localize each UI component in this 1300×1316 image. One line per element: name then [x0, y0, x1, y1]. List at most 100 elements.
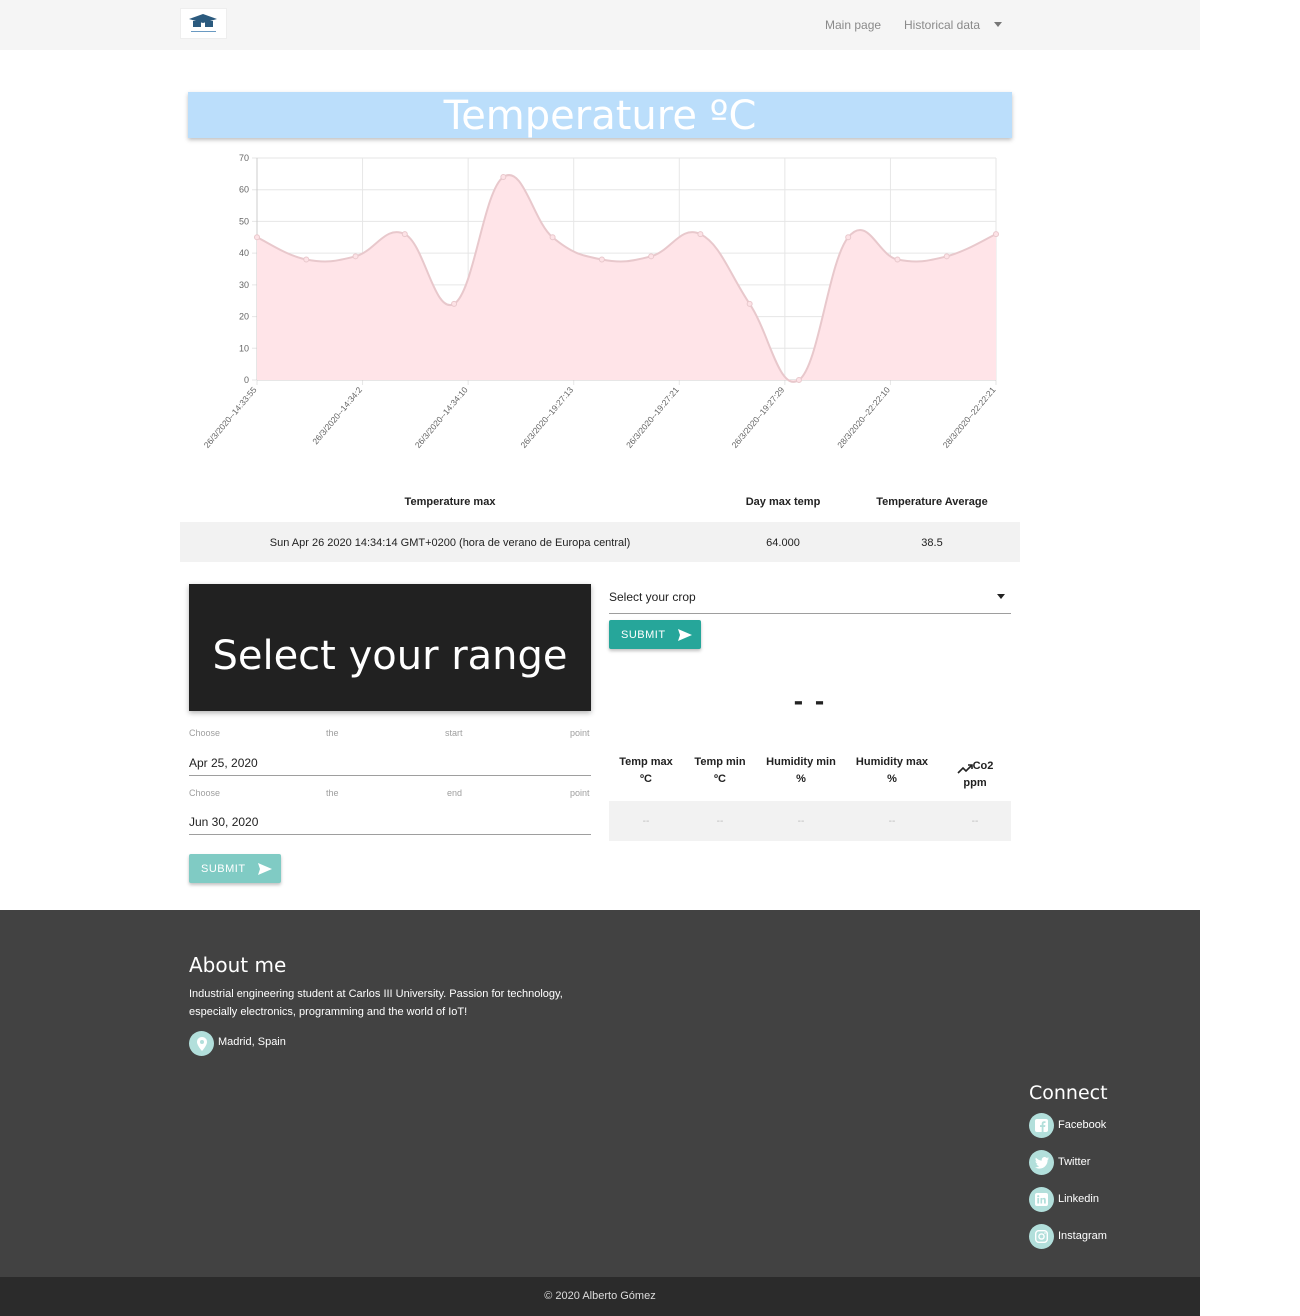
stats-cell-average: 38.5	[921, 537, 943, 549]
crop-cell: --	[716, 816, 724, 827]
stats-cell-day-max: 64.000	[766, 537, 800, 549]
crop-header-humidity-min: Humidity min %	[758, 754, 844, 788]
crop-header-unit: ºC	[714, 773, 726, 785]
data-point	[303, 256, 310, 263]
instagram-icon[interactable]	[1029, 1224, 1054, 1249]
end-hint-word: Choose	[189, 788, 221, 798]
y-tick-label: 70	[239, 153, 249, 163]
start-hint-word: the	[326, 728, 339, 738]
stats-header-day-max: Day max temp	[745, 496, 821, 508]
crop-select[interactable]: Select your crop	[609, 584, 1011, 614]
data-point	[894, 256, 901, 263]
data-point	[352, 253, 359, 260]
crop-header-label: Humidity min	[766, 756, 836, 768]
x-tick-label: 26/3/2020--14:33:55	[202, 385, 259, 450]
data-point	[598, 256, 605, 263]
crop-header-unit: ppm	[963, 777, 987, 789]
end-hint-word: the	[326, 788, 339, 798]
nav-historical-data[interactable]: Historical data	[904, 18, 980, 32]
crop-submit-button[interactable]: SUBMIT	[609, 620, 701, 649]
footer	[0, 910, 1200, 1277]
copyright-bar: © 2020 Alberto Gómez	[0, 1277, 1200, 1316]
range-submit-button[interactable]: SUBMIT	[189, 854, 281, 883]
data-point	[746, 300, 753, 307]
crop-header-unit: %	[796, 773, 806, 785]
x-tick-label: 26/3/2020--19:27:21	[624, 385, 681, 450]
crop-header-label: Temp max	[619, 756, 673, 768]
chevron-down-icon	[997, 594, 1005, 599]
start-date-field[interactable]: Apr 25, 2020	[189, 752, 591, 776]
data-point	[697, 231, 704, 238]
end-date-field[interactable]: Jun 30, 2020	[189, 811, 591, 835]
send-icon	[677, 628, 692, 641]
start-hint-word: start	[445, 728, 463, 738]
start-hint-word: point	[570, 728, 590, 738]
data-point	[549, 234, 556, 241]
x-tick-label: 26/3/2020--19:27:13	[518, 385, 575, 450]
about-title: About me	[189, 953, 287, 977]
logo[interactable]	[180, 8, 227, 39]
crop-select-label: Select your crop	[609, 590, 696, 604]
y-tick-label: 10	[239, 343, 249, 353]
navbar: Main page Historical data	[0, 0, 1200, 50]
linkedin-icon[interactable]	[1029, 1187, 1054, 1212]
y-tick-label: 20	[239, 312, 249, 322]
y-tick-label: 50	[239, 216, 249, 226]
crop-header-unit: %	[887, 773, 897, 785]
send-icon	[257, 862, 272, 875]
chevron-down-icon[interactable]	[994, 22, 1002, 27]
data-point	[648, 253, 655, 260]
data-point	[993, 231, 999, 238]
crop-submit-label: SUBMIT	[621, 628, 666, 641]
crop-header-temp-max: Temp max ºC	[611, 754, 681, 788]
facebook-link[interactable]: Facebook	[1058, 1119, 1106, 1131]
data-point	[795, 377, 802, 383]
crop-header-unit: ºC	[640, 773, 652, 785]
x-tick-label: 26/3/2020--14:34:2	[310, 385, 364, 447]
crop-cell: --	[642, 816, 650, 827]
crop-header-label: Co2	[972, 760, 994, 772]
range-submit-label: SUBMIT	[201, 862, 246, 875]
instagram-link[interactable]: Instagram	[1058, 1230, 1107, 1242]
crop-cell: --	[797, 816, 805, 827]
copyright-text: © 2020 Alberto Gómez	[544, 1290, 656, 1302]
chart-title: Temperature ºC	[443, 93, 757, 139]
x-tick-label: 28/3/2020--22:22:10	[835, 385, 892, 450]
twitter-icon[interactable]	[1029, 1150, 1054, 1175]
crop-header-humidity-max: Humidity max %	[849, 754, 935, 788]
location-icon	[189, 1031, 214, 1056]
x-tick-label: 26/3/2020--14:34:10	[413, 385, 470, 450]
y-tick-label: 60	[239, 185, 249, 195]
crop-cell: --	[888, 816, 896, 827]
x-tick-label: 26/3/2020--19:27:29	[730, 385, 787, 450]
nav-main-page[interactable]: Main page	[825, 18, 881, 32]
stats-cell-temp-max: Sun Apr 26 2020 14:34:14 GMT+0200 (hora …	[269, 537, 631, 549]
connect-title: Connect	[1029, 1082, 1108, 1104]
data-point	[500, 174, 507, 181]
facebook-icon[interactable]	[1029, 1113, 1054, 1138]
temperature-chart: 0 10 20 30 40 50 60 70 26/3/2020--14:33:55 26/3/2…	[202, 153, 999, 450]
data-point	[943, 253, 950, 260]
range-card: Select your range	[189, 584, 591, 711]
location-text: Madrid, Spain	[218, 1036, 286, 1048]
end-hint-word: end	[447, 788, 463, 798]
range-title: Select your range	[212, 633, 568, 679]
stats-header-temp-max: Temperature max	[404, 496, 496, 508]
crop-header-temp-min: Temp min ºC	[685, 754, 755, 788]
crop-value-placeholder: - -	[793, 685, 827, 716]
y-tick-label: 30	[239, 280, 249, 290]
data-point	[254, 234, 260, 241]
about-text: Industrial engineering student at Carlos…	[189, 988, 563, 1018]
crop-header-co2: Co2 ppm	[950, 752, 1000, 792]
x-tick-label: 28/3/2020--22:22:21	[941, 385, 998, 450]
crop-cell: --	[971, 816, 979, 827]
twitter-link[interactable]: Twitter	[1058, 1156, 1090, 1168]
linkedin-link[interactable]: Linkedin	[1058, 1193, 1099, 1205]
chart-title-banner: Temperature ºC	[188, 92, 1012, 139]
series-area	[257, 175, 996, 382]
y-tick-label: 40	[239, 248, 249, 258]
crop-header-label: Temp min	[694, 756, 746, 768]
start-hint-word: Choose	[189, 728, 221, 738]
trending-up-icon	[957, 764, 973, 774]
stats-header-average: Temperature Average	[876, 496, 988, 508]
